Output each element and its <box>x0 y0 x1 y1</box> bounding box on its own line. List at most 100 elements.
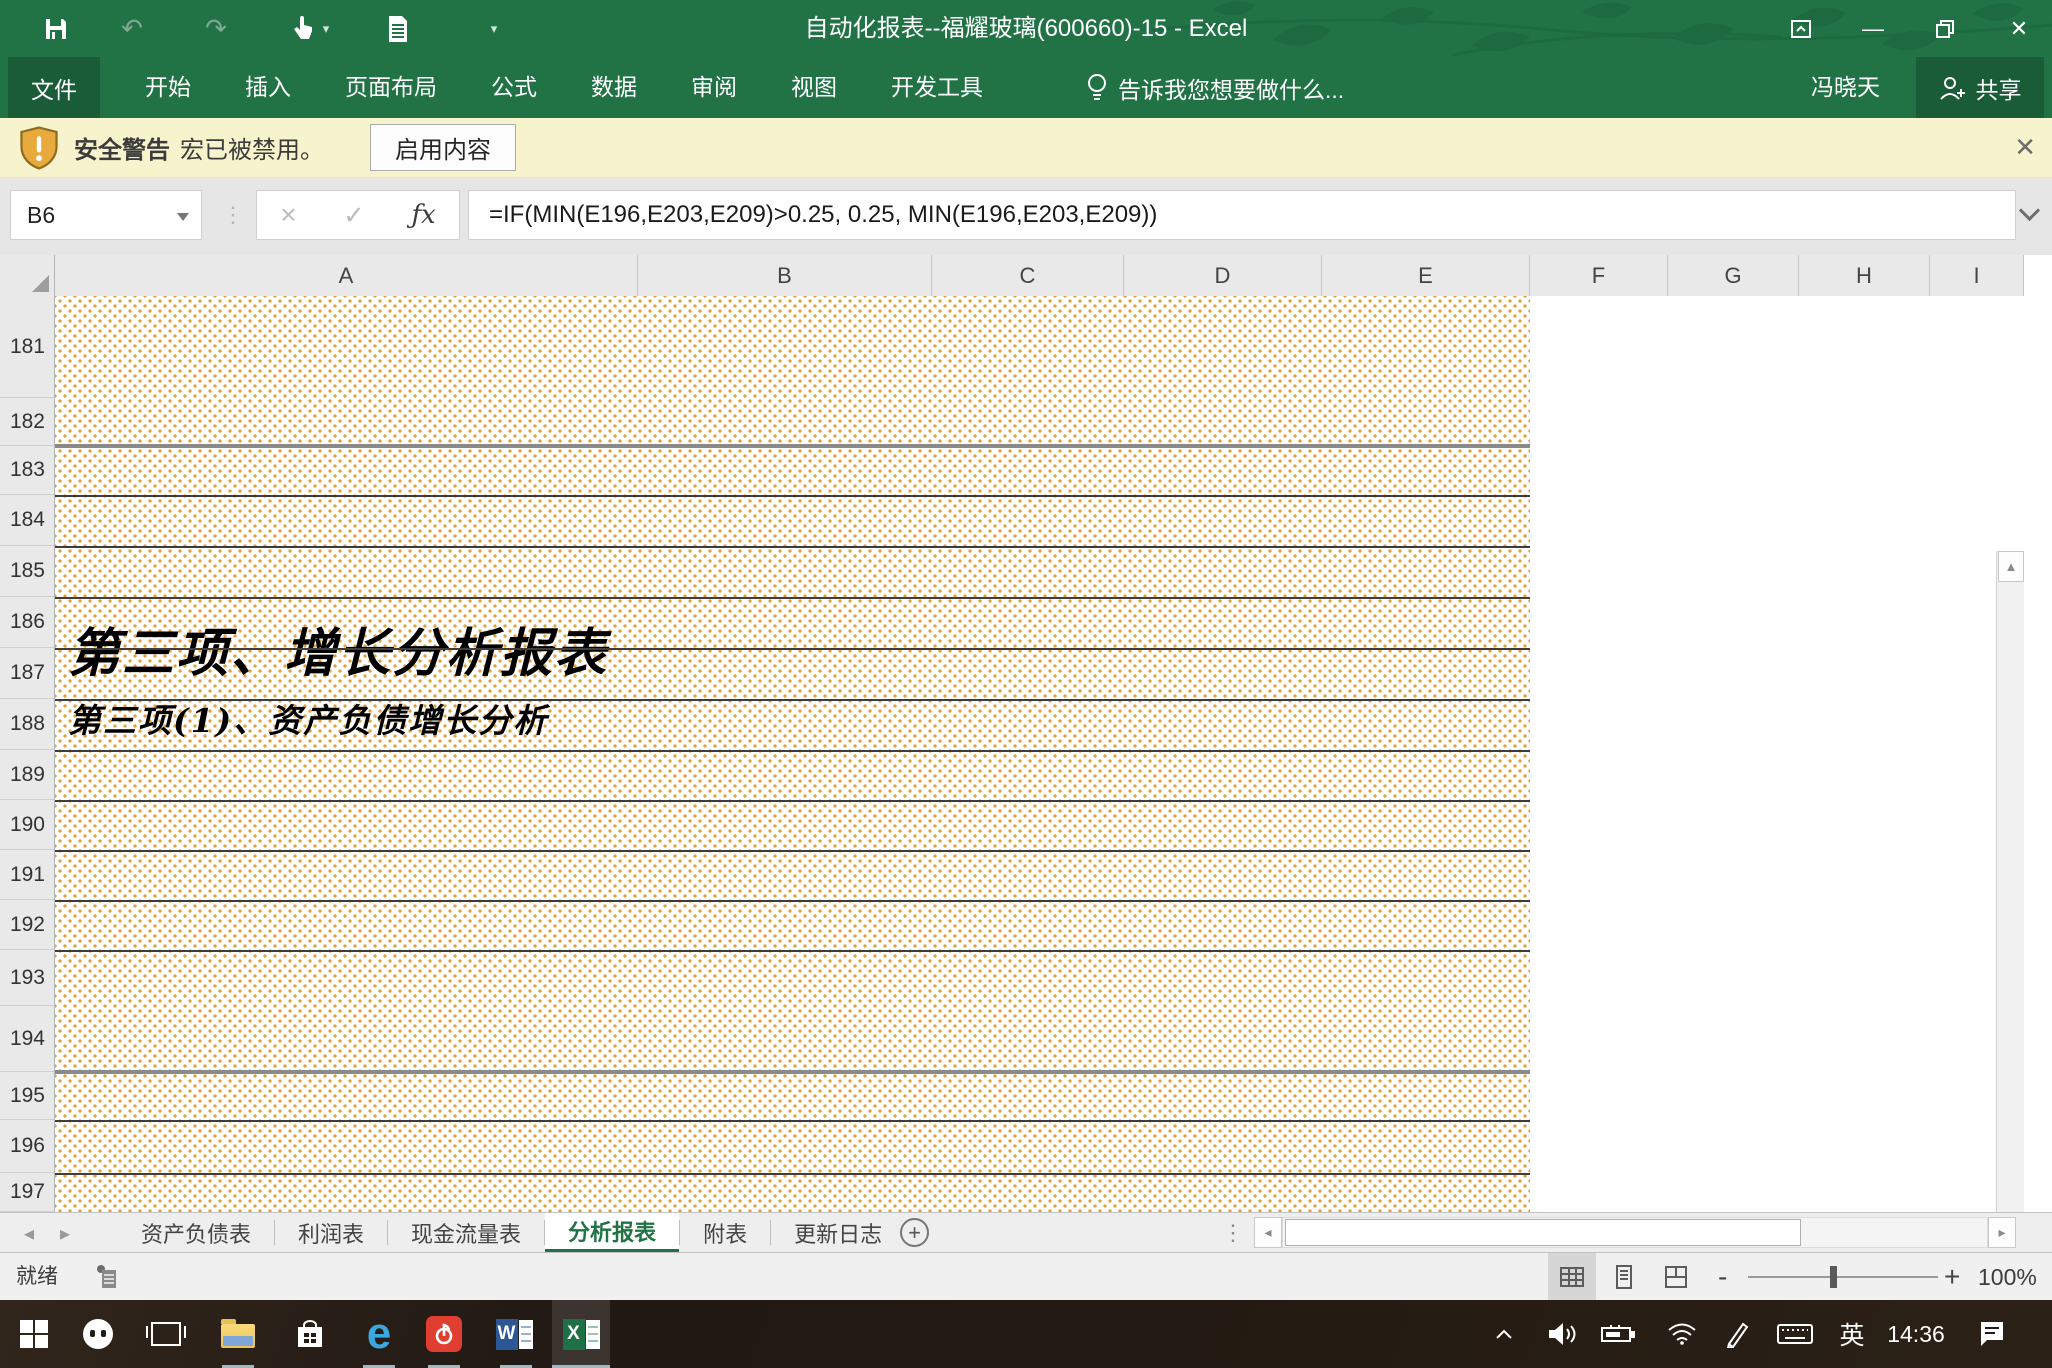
zoom-slider-track[interactable] <box>1748 1276 1938 1278</box>
column-header-A[interactable]: A <box>55 255 638 296</box>
row-header-196[interactable]: 196 <box>0 1120 54 1173</box>
print-preview-icon[interactable] <box>378 0 418 57</box>
column-header-F[interactable]: F <box>1530 255 1668 296</box>
edge-button[interactable]: e <box>353 1300 405 1368</box>
add-sheet-button[interactable]: + <box>900 1218 929 1247</box>
row-header-191[interactable]: 191 <box>0 850 54 900</box>
ime-language-indicator[interactable]: 英 <box>1832 1300 1872 1368</box>
close-button[interactable]: ✕ <box>1996 0 2042 57</box>
ribbon-tab-5[interactable]: 审阅 <box>664 57 764 118</box>
zoom-out-icon[interactable]: - <box>1718 1253 1727 1301</box>
view-normal-button[interactable] <box>1548 1253 1596 1301</box>
volume-icon[interactable] <box>1540 1300 1584 1368</box>
enter-icon[interactable]: ✓ <box>343 200 365 231</box>
name-box[interactable]: B6 <box>10 190 202 240</box>
store-button[interactable] <box>284 1300 336 1368</box>
column-header-E[interactable]: E <box>1322 255 1530 296</box>
row-header-192[interactable]: 192 <box>0 900 54 950</box>
column-header-G[interactable]: G <box>1668 255 1799 296</box>
row-header-188[interactable]: 188 <box>0 699 54 750</box>
hscroll-left-icon[interactable]: ◂ <box>1254 1217 1282 1248</box>
insert-function-icon[interactable]: ƒx <box>411 200 435 230</box>
row-header-193[interactable]: 193 <box>0 950 54 1006</box>
row-header-182[interactable]: 182 <box>0 398 54 446</box>
restore-button[interactable] <box>1922 0 1968 57</box>
formula-bar-expand-icon[interactable] <box>2022 203 2046 227</box>
row-header-186[interactable]: 186 <box>0 597 54 648</box>
hscroll-right-icon[interactable]: ▸ <box>1988 1217 2016 1248</box>
sheet-nav-left-icon[interactable]: ◂ <box>14 1213 44 1253</box>
sheet-tab-0[interactable]: 资产负债表 <box>118 1213 274 1252</box>
column-header-B[interactable]: B <box>638 255 932 296</box>
ribbon-tab-6[interactable]: 视图 <box>764 57 864 118</box>
row-header-194[interactable]: 194 <box>0 1006 54 1072</box>
touch-mode-caret-icon[interactable]: ▾ <box>316 0 336 57</box>
row-header-189[interactable]: 189 <box>0 750 54 800</box>
row-header-195[interactable]: 195 <box>0 1072 54 1120</box>
user-name[interactable]: 冯晓天 <box>1811 57 1880 118</box>
column-header-I[interactable]: I <box>1930 255 2024 296</box>
file-explorer-button[interactable] <box>212 1300 264 1368</box>
ribbon-tab-4[interactable]: 数据 <box>564 57 664 118</box>
zoom-level[interactable]: 100% <box>1978 1253 2037 1301</box>
tab-scroll-splitter[interactable]: ⋮ <box>1222 1213 1244 1252</box>
zoom-in-icon[interactable]: + <box>1944 1253 1960 1301</box>
redo-icon[interactable]: ↷ <box>196 0 236 57</box>
touch-keyboard-icon[interactable] <box>1770 1300 1820 1368</box>
horizontal-scrollbar[interactable] <box>1282 1217 1988 1248</box>
macro-record-icon[interactable] <box>96 1264 118 1290</box>
view-page-layout-button[interactable] <box>1600 1253 1648 1301</box>
ribbon-tab-2[interactable]: 页面布局 <box>318 57 464 118</box>
ribbon-display-options-icon[interactable] <box>1778 0 1824 57</box>
cell-subtitle-balance-growth[interactable]: 第三项(1)、资产负债增长分析 <box>68 694 548 742</box>
zoom-slider-thumb[interactable] <box>1830 1266 1837 1288</box>
save-icon[interactable] <box>36 0 76 57</box>
select-all-corner[interactable] <box>0 255 55 296</box>
row-header-183[interactable]: 183 <box>0 446 54 495</box>
cancel-icon[interactable]: × <box>280 199 296 231</box>
action-center-icon[interactable] <box>1968 1300 2016 1368</box>
tell-me-box[interactable]: 告诉我您想要做什么... <box>1086 57 1344 118</box>
column-header-C[interactable]: C <box>932 255 1124 296</box>
vertical-scrollbar[interactable]: ▲ ▼ <box>1996 551 2024 1212</box>
tab-file[interactable]: 文件 <box>8 57 100 118</box>
row-header-187[interactable]: 187 <box>0 648 54 699</box>
scroll-up-icon[interactable]: ▲ <box>1998 551 2024 582</box>
name-box-caret-icon[interactable] <box>177 213 189 221</box>
sheet-tab-2[interactable]: 现金流量表 <box>388 1213 544 1252</box>
row-header-184[interactable]: 184 <box>0 495 54 546</box>
netease-music-button[interactable] <box>418 1300 470 1368</box>
minimize-button[interactable]: — <box>1850 0 1896 57</box>
row-header-197[interactable]: 197 <box>0 1173 54 1212</box>
row-header-190[interactable]: 190 <box>0 800 54 850</box>
ribbon-tab-3[interactable]: 公式 <box>464 57 564 118</box>
wifi-icon[interactable] <box>1660 1300 1704 1368</box>
battery-icon[interactable] <box>1594 1300 1642 1368</box>
view-page-break-button[interactable] <box>1652 1253 1700 1301</box>
cortana-button[interactable] <box>72 1300 124 1368</box>
excel-button[interactable]: X <box>555 1300 607 1368</box>
horizontal-scroll-thumb[interactable] <box>1285 1219 1801 1246</box>
tray-expand-icon[interactable] <box>1486 1300 1522 1368</box>
row-header-181[interactable]: 181 <box>0 296 54 398</box>
enable-content-button[interactable]: 启用内容 <box>370 124 516 171</box>
spreadsheet-grid[interactable]: 1811821831841851861871881891901911921931… <box>0 296 2024 1212</box>
sheet-tab-4[interactable]: 附表 <box>680 1213 770 1252</box>
warning-close-icon[interactable]: ✕ <box>2014 132 2036 163</box>
undo-icon[interactable]: ↶ <box>112 0 152 57</box>
word-button[interactable]: W <box>488 1300 540 1368</box>
task-view-button[interactable] <box>140 1300 192 1368</box>
sheet-tab-1[interactable]: 利润表 <box>275 1213 387 1252</box>
ribbon-tab-1[interactable]: 插入 <box>218 57 318 118</box>
clock[interactable]: 14:36 <box>1876 1300 1956 1368</box>
sheet-tab-3[interactable]: 分析报表 <box>545 1213 679 1252</box>
ribbon-tab-0[interactable]: 开始 <box>118 57 218 118</box>
row-header-185[interactable]: 185 <box>0 546 54 597</box>
formula-input[interactable]: =IF(MIN(E196,E203,E209)>0.25, 0.25, MIN(… <box>468 190 2016 240</box>
sheet-tab-5[interactable]: 更新日志 <box>771 1213 905 1252</box>
sheet-nav-right-icon[interactable]: ▸ <box>50 1213 80 1253</box>
start-button[interactable] <box>8 1300 60 1368</box>
ribbon-tab-7[interactable]: 开发工具 <box>864 57 1010 118</box>
share-button[interactable]: 共享 <box>1916 57 2044 118</box>
column-header-D[interactable]: D <box>1124 255 1322 296</box>
